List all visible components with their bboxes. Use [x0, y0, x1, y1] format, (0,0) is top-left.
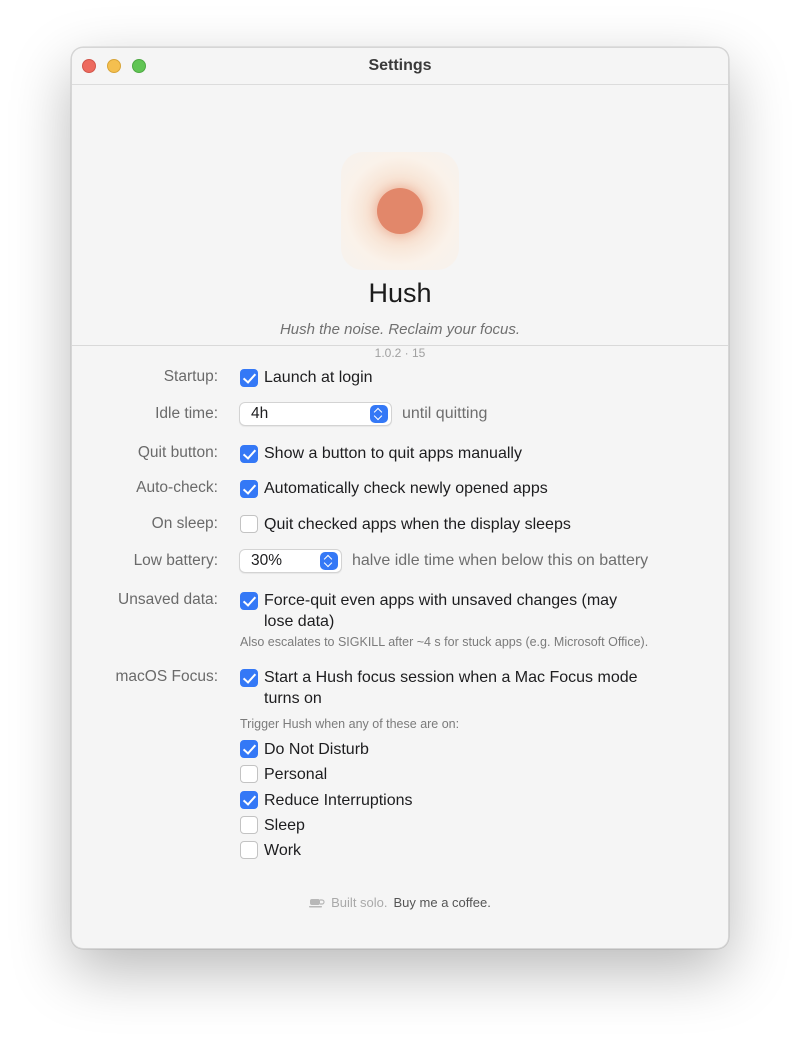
chevron-updown-icon — [370, 405, 388, 423]
low-battery-suffix: halve idle time when below this on batte… — [352, 552, 649, 569]
unsaved-data-option-line1: Force-quit even apps with unsaved change… — [264, 592, 618, 609]
trigger-note: Trigger Hush when any of these are on: — [240, 717, 460, 731]
focus-mode-work-checkbox[interactable] — [240, 841, 258, 859]
idle-time-suffix: until quitting — [402, 405, 488, 422]
launch-at-login-label: Launch at login — [264, 369, 373, 386]
launch-at-login-checkbox[interactable] — [240, 369, 258, 387]
focus-mode-work-label: Work — [264, 842, 302, 859]
low-battery-value: 30% — [251, 552, 283, 569]
app-header: Hush Hush the noise. Reclaim your focus.… — [72, 85, 728, 360]
coffee-cup-icon — [309, 899, 325, 908]
app-tagline: Hush the noise. Reclaim your focus. — [279, 321, 521, 338]
footer: Built solo. Buy me a coffee. — [72, 895, 728, 910]
startup-label: Startup: — [163, 368, 218, 385]
unsaved-data-option: Force-quit even apps with unsaved change… — [264, 590, 617, 632]
focus-mode-do-not-disturb-checkbox[interactable] — [240, 740, 258, 758]
title-bar: Settings — [72, 48, 728, 85]
settings-window: Settings Hush Hush the noise. Reclaim yo… — [71, 47, 729, 949]
unsaved-data-note: Also escalates to SIGKILL after ~4 s for… — [240, 635, 649, 649]
focus-mode-personal-checkbox[interactable] — [240, 765, 258, 783]
idle-time-value: 4h — [251, 405, 269, 422]
low-battery-popup[interactable]: 30% — [239, 549, 342, 573]
macos-focus-option-line1: Start a Hush focus session when a Mac Fo… — [264, 669, 638, 686]
macos-focus-label: macOS Focus: — [115, 668, 219, 685]
macos-focus-option: Start a Hush focus session when a Mac Fo… — [264, 667, 638, 709]
quit-button-label: Quit button: — [137, 444, 218, 461]
window-title: Settings — [368, 57, 432, 74]
app-version: 1.0.2 · 15 — [374, 346, 426, 360]
on-sleep-option: Quit checked apps when the display sleep… — [264, 516, 571, 533]
focus-mode-do-not-disturb-label: Do Not Disturb — [264, 741, 369, 758]
buy-me-a-coffee-link[interactable]: Buy me a coffee. — [394, 895, 491, 910]
auto-check-option: Automatically check newly opened apps — [264, 480, 548, 497]
unsaved-data-checkbox[interactable] — [240, 592, 258, 610]
on-sleep-checkbox[interactable] — [240, 515, 258, 533]
app-icon — [341, 152, 459, 270]
unsaved-data-option-line2: lose data) — [264, 613, 335, 630]
focus-mode-reduce-interruptions-label: Reduce Interruptions — [264, 792, 413, 809]
focus-mode-sleep-checkbox[interactable] — [240, 816, 258, 834]
quit-button-option: Show a button to quit apps manually — [264, 445, 522, 462]
built-solo-text: Built solo. — [331, 895, 388, 910]
unsaved-data-label: Unsaved data: — [118, 591, 218, 608]
auto-check-checkbox[interactable] — [240, 480, 258, 498]
quit-button-checkbox[interactable] — [240, 445, 258, 463]
idle-time-popup[interactable]: 4h — [239, 402, 392, 426]
focus-mode-reduce-interruptions-checkbox[interactable] — [240, 791, 258, 809]
app-icon-dot — [377, 188, 423, 234]
on-sleep-label: On sleep: — [151, 515, 218, 532]
chevron-updown-icon — [320, 552, 338, 570]
auto-check-label: Auto-check: — [136, 479, 218, 496]
focus-mode-personal-label: Personal — [264, 766, 328, 783]
focus-mode-sleep-label: Sleep — [264, 817, 305, 834]
app-name: Hush — [368, 278, 432, 308]
macos-focus-checkbox[interactable] — [240, 669, 258, 687]
low-battery-label: Low battery: — [133, 552, 218, 569]
idle-time-label: Idle time: — [155, 405, 218, 422]
macos-focus-option-line2: turns on — [264, 690, 322, 707]
